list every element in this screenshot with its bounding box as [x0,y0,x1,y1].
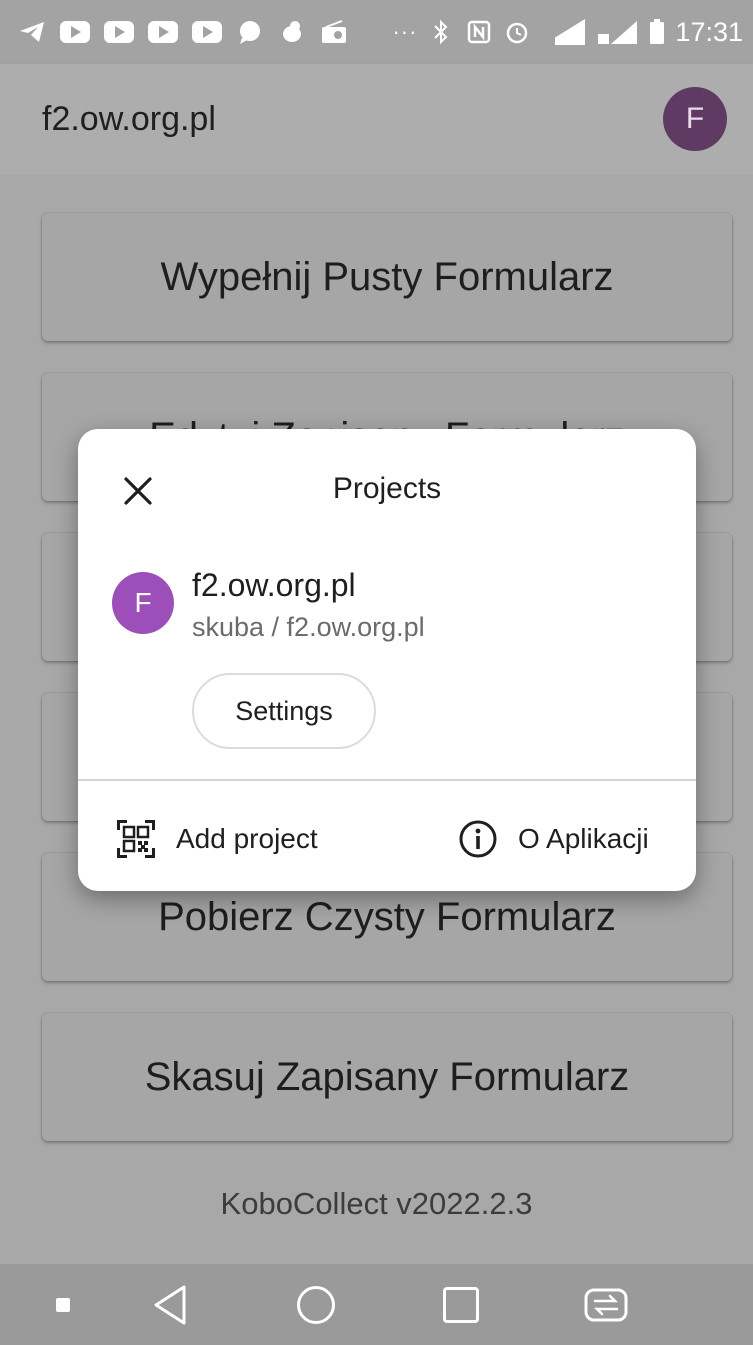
home-icon[interactable] [292,1264,340,1345]
alarm-icon [503,20,531,44]
menu-dot-icon[interactable] [48,1264,78,1345]
status-bar: ··· 17:31 [0,0,753,64]
youtube-icon [148,21,178,43]
battery-icon [649,19,665,44]
dialog-title: Projects [332,472,442,505]
app-version: KoboCollect v2022.2.3 [220,1186,533,1221]
bird-icon [278,20,306,44]
bluetooth-icon [427,19,455,45]
telegram-icon [18,20,46,44]
projects-dialog: Projects F f2.ow.org.pl skuba / f2.ow.or… [78,429,696,891]
youtube-icon [192,21,222,43]
switch-apps-icon[interactable] [580,1264,632,1345]
youtube-icon [104,21,134,43]
about-app-button[interactable]: O Aplikacji [456,814,649,864]
fill-blank-form-button[interactable]: Wypełnij Pusty Formularz [42,213,732,341]
qr-code-icon [114,817,158,861]
project-avatar-button[interactable]: F [663,87,727,151]
divider [78,779,696,781]
project-avatar: F [112,572,174,634]
app-title: f2.ow.org.pl [42,99,216,138]
add-project-button[interactable]: Add project [114,814,318,864]
settings-button[interactable]: Settings [192,673,376,749]
add-project-label: Add project [176,823,318,854]
project-name: f2.ow.org.pl [192,567,356,603]
delete-saved-form-button[interactable]: Skasuj Zapisany Formularz [42,1013,732,1141]
youtube-icon [60,21,90,43]
signal-icon [597,20,639,44]
navigation-bar [0,1264,753,1345]
nfc-icon [465,20,493,44]
clock: 17:31 [675,16,743,47]
recents-icon[interactable] [437,1264,485,1345]
radio-icon [320,20,348,44]
more-dots-icon: ··· [392,19,418,44]
signal-icon [541,19,587,45]
info-icon [456,817,500,861]
chat-bubble-icon [236,20,264,44]
project-subtitle: skuba / f2.ow.org.pl [192,612,425,642]
back-icon[interactable] [146,1264,194,1345]
app-bar: f2.ow.org.pl F [0,64,753,174]
about-label: O Aplikacji [518,823,649,854]
